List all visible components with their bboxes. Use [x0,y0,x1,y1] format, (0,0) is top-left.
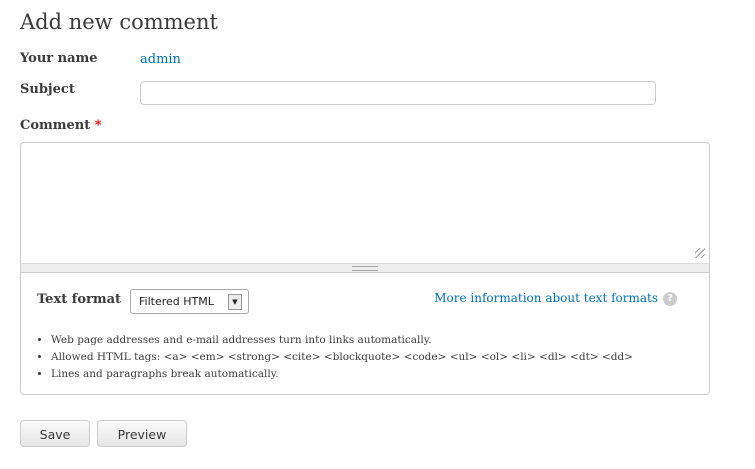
text-format-select[interactable]: Filtered HTML ▼ [130,289,249,314]
help-icon[interactable]: ? [663,292,677,306]
comment-textarea[interactable] [20,142,710,263]
more-info-link[interactable]: More information about text formats [434,291,658,305]
preview-button[interactable]: Preview [97,420,187,447]
comment-label-text: Comment [20,118,91,133]
chevron-down-icon: ▼ [228,294,242,310]
comment-label: Comment * [20,118,102,133]
page-title: Add new comment [20,10,218,34]
your-name-label: Your name [20,51,98,66]
tip-item: Web page addresses and e-mail addresses … [51,332,633,349]
text-format-selected: Filtered HTML [139,295,214,308]
grip-icon [352,266,378,271]
tip-item: Lines and paragraphs break automatically… [51,366,633,383]
subject-label: Subject [20,82,75,97]
resize-handle-icon[interactable] [695,248,705,258]
text-format-label: Text format [37,292,122,307]
filter-tips: Web page addresses and e-mail addresses … [20,332,633,383]
author-link[interactable]: admin [140,52,181,67]
required-marker: * [94,118,102,133]
subject-input[interactable] [140,81,656,105]
tip-item: Allowed HTML tags: <a> <em> <strong> <ci… [51,349,633,366]
save-button[interactable]: Save [20,420,90,447]
